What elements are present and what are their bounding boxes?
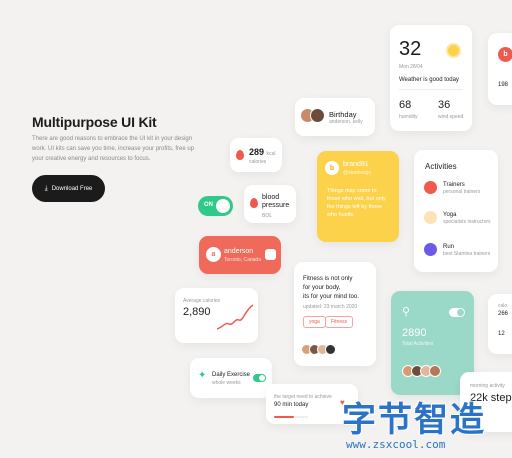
edge-value: 198 (498, 82, 509, 88)
blood-line-2: pressure (262, 202, 290, 209)
hero-line-2: work. UI kits can save you time, increas… (32, 146, 195, 152)
brand-logo: b (498, 47, 512, 62)
cycling-label: Total Activities (402, 341, 434, 347)
toggle-knob (259, 375, 265, 381)
brand-logo: b (325, 161, 339, 175)
daily-toggle[interactable] (253, 374, 266, 382)
brand-quote-2: those who wait, but only (327, 196, 386, 202)
watermark: 字节智造 www.zsxcool.com (338, 392, 512, 458)
calories-small-unit: kcal (266, 151, 276, 157)
target-progress-fill (274, 416, 295, 418)
toggle-knob (457, 309, 464, 316)
toggle-label: ON (204, 202, 213, 208)
birthday-title: Birthday (329, 110, 357, 119)
exercise-icon: ✦ (198, 370, 207, 381)
edge-calories-card[interactable]: calo 266 12 (488, 294, 512, 354)
avatar: a (206, 247, 221, 262)
hero-line-1: There are good reasons to embrace the UI… (32, 136, 193, 142)
humidity-value: 68 (399, 99, 412, 111)
fitness-line-3: its for your mind too. (303, 293, 360, 300)
brand-name: brand91 (343, 161, 369, 168)
average-calories-card[interactable]: Average calories 2,890 (175, 288, 258, 343)
toggle-knob (216, 199, 230, 213)
birthday-card[interactable]: Birthday anderson, kelly (295, 98, 375, 136)
target-progress-track (274, 416, 308, 418)
calories-small-card[interactable]: 289 kcal calories (230, 138, 282, 172)
blood-pressure-card[interactable]: blood pressure BOL (244, 185, 296, 223)
fitness-quote-card[interactable]: Fitness is not only for your body, its f… (294, 262, 376, 366)
activity-name-yoga: Yoga (443, 212, 457, 218)
tag-fitness[interactable]: Fitness (325, 316, 354, 328)
cycling-value: 2890 (402, 327, 427, 339)
bicycle-icon: ⚲ (402, 306, 411, 318)
brand-quote-card[interactable]: b brand91 @stardesign Things may come to… (317, 151, 399, 242)
weather-summary: Weather is good today (399, 77, 459, 83)
run-icon (424, 243, 437, 256)
brand-handle: @stardesign (343, 170, 372, 176)
humidity-label: humidity (399, 114, 418, 120)
daily-exercise-card[interactable]: ✦ Daily Exercise whole weeks (190, 358, 272, 398)
wind-value: 36 (438, 99, 451, 111)
divider (399, 89, 463, 90)
blood-sub: BOL (262, 213, 273, 219)
fitness-line-1: Fitness is not only (303, 275, 353, 282)
blood-line-1: blood (262, 194, 280, 201)
activity-sub-yoga: specialists instructors (443, 219, 491, 225)
cycling-toggle[interactable] (449, 308, 465, 317)
calories-trend-line (216, 304, 254, 330)
activity-sub-trainers: personal trainers (443, 189, 481, 195)
fitness-updated: updated: 23 march 2020 (303, 304, 358, 310)
anderson-name: anderson (224, 248, 254, 255)
activity-name-run: Run (443, 244, 455, 250)
tag-yoga[interactable]: yoga (303, 316, 326, 328)
edge-cal-label: calo (498, 303, 508, 309)
avatar (310, 108, 325, 123)
wind-label: wind speed (438, 114, 464, 120)
sun-icon (448, 45, 459, 56)
watermark-text: 字节智造 (342, 400, 486, 440)
edge-cal-v1: 266 (498, 311, 509, 317)
morning-label: morning activity (470, 383, 505, 389)
edge-brand-card[interactable]: b 198 (488, 33, 512, 105)
avatar (325, 344, 336, 355)
brand-quote-4: who hustle. (327, 212, 355, 218)
fitness-line-2: for your body, (303, 284, 341, 291)
download-icon: ⤓ (44, 184, 48, 192)
calories-small-value: 289 (249, 147, 265, 157)
weather-card[interactable]: 32 Mon 28/04 Weather is good today 68 hu… (390, 25, 472, 131)
download-button-label: Download Free (51, 185, 93, 192)
activity-name-trainers: Trainers (443, 182, 465, 188)
trainers-icon (424, 181, 437, 194)
avatar (429, 365, 441, 377)
hero-description: There are good reasons to embrace the UI… (32, 134, 202, 164)
weather-temp: 32 (399, 38, 422, 60)
download-button[interactable]: ⤓ Download Free (32, 175, 105, 202)
activities-card[interactable]: Activities Trainers personal trainers Yo… (414, 150, 498, 272)
target-value: 90 min today (274, 402, 309, 408)
watermark-url: www.zsxcool.com (346, 438, 446, 451)
activity-sub-run: best Stamina trainers (443, 251, 491, 257)
yoga-icon (424, 211, 437, 224)
daily-sub: whole weeks (212, 380, 241, 386)
drop-icon (250, 198, 258, 208)
brand-quote-1: Things may come to (327, 188, 377, 194)
flame-icon (236, 150, 244, 160)
weather-date: Mon 28/04 (399, 64, 423, 70)
birthday-sub: anderson, kelly (329, 119, 363, 125)
anderson-card[interactable]: a anderson Toronto, Canada (199, 236, 281, 274)
on-toggle[interactable]: ON (198, 196, 233, 216)
avg-cal-value: 2,890 (183, 306, 211, 318)
calories-small-label: calories (249, 159, 267, 165)
activities-title: Activities (425, 162, 457, 171)
hero-title: Multipurpose UI Kit (32, 114, 157, 130)
clipboard-icon[interactable] (265, 249, 276, 260)
hero-line-3: your creative energy and resources to fo… (32, 156, 151, 162)
anderson-sub: Toronto, Canada (224, 257, 261, 263)
target-line-1: the target need to achieve (274, 394, 332, 400)
daily-title: Daily Exercise (212, 372, 251, 378)
brand-quote-3: the things left by those (327, 204, 383, 210)
edge-cal-v2: 12 (498, 331, 505, 337)
